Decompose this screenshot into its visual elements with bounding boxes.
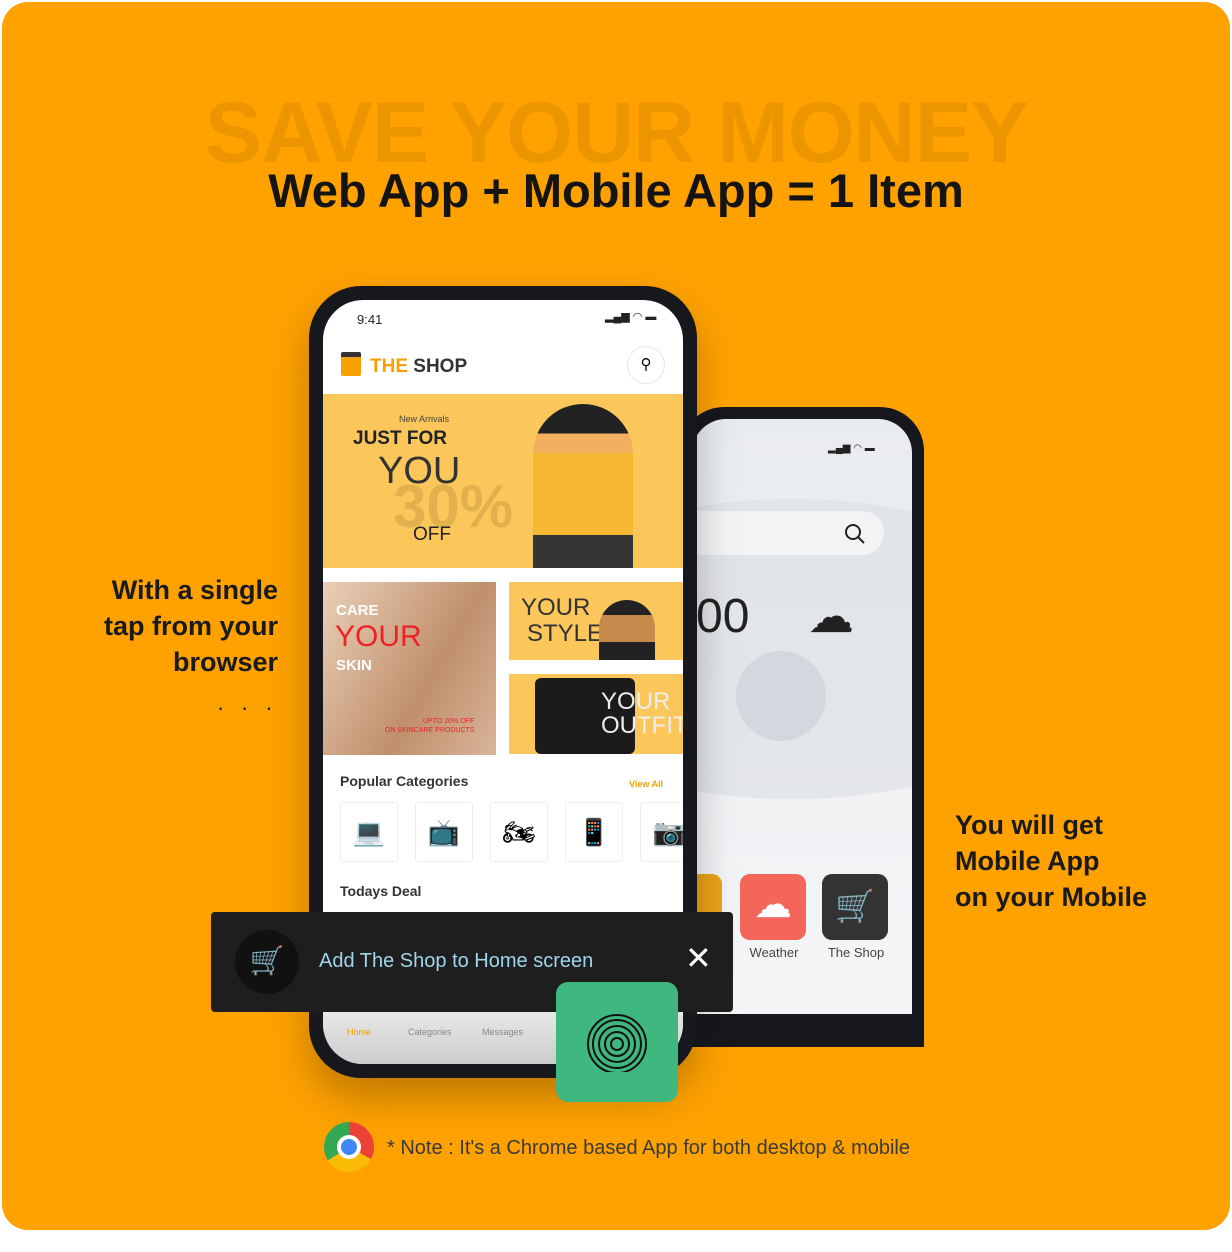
your-outfit-banner[interactable]: YOUR OUTFIT: [509, 674, 683, 754]
view-all-link[interactable]: View All: [629, 779, 663, 789]
category-camera[interactable]: 📷: [640, 802, 683, 862]
style-line: YOUR: [521, 594, 591, 621]
category-motorbike[interactable]: 🏍: [490, 802, 548, 862]
status-icons: ▂▄▆ ◠ ▬: [828, 443, 875, 454]
search-button[interactable]: ⚲: [627, 346, 665, 384]
weather-app-icon[interactable]: ☁: [740, 874, 806, 940]
category-tv[interactable]: 📺: [415, 802, 473, 862]
nav-messages[interactable]: Messages: [482, 1027, 523, 1037]
right-line: You will get: [955, 810, 1103, 840]
sun-circle: [736, 651, 826, 741]
promo-line: ON SKINCARE PRODUCTS: [385, 727, 475, 734]
care-skin-banner[interactable]: CARE YOUR SKIN UPTO 20% OFF ON SKINCARE …: [323, 582, 496, 755]
your-text: YOUR: [335, 620, 422, 653]
category-laptop[interactable]: 💻: [340, 802, 398, 862]
right-line: on your Mobile: [955, 882, 1147, 912]
category-list: 💻 📺 🏍 📱 📷: [340, 802, 683, 864]
note-text: * Note : It's a Chrome based App for bot…: [387, 1137, 910, 1159]
left-line: With a single: [111, 575, 278, 605]
popular-categories-heading: Popular Categories: [340, 773, 469, 789]
promo-canvas: SAVE YOUR MONEY Web App + Mobile App = 1…: [2, 2, 1230, 1230]
shop-logo-icon: [341, 352, 361, 376]
left-caption: With a single tap from your browser: [104, 572, 278, 680]
shop-cart-icon: 🛒: [235, 930, 299, 994]
right-line: Mobile App: [955, 846, 1100, 876]
add-to-home-text[interactable]: Add The Shop to Home screen: [319, 950, 593, 973]
fingerprint-tile[interactable]: [556, 982, 678, 1102]
banner-title: JUST FOR: [353, 428, 447, 449]
banner-off: OFF: [413, 524, 451, 545]
headline: Web App + Mobile App = 1 Item: [268, 164, 964, 217]
model-image: [533, 404, 633, 568]
left-line: tap from your: [103, 611, 278, 641]
the-shop-app-label: The Shop: [827, 945, 885, 960]
close-icon[interactable]: ✕: [685, 942, 712, 974]
brand-name: THE SHOP: [370, 356, 468, 377]
your-style-banner[interactable]: YOUR STYLE: [509, 582, 683, 660]
care-text: CARE: [336, 602, 379, 619]
chrome-logo-icon: [324, 1122, 374, 1172]
outfit-line: OUTFIT: [601, 712, 683, 739]
nav-categories[interactable]: Categories: [408, 1027, 452, 1037]
status-icons: ▂▄▆ ◠ ▬: [605, 311, 657, 323]
hero-banner[interactable]: New Arrivals JUST FOR 30% YOU OFF: [323, 394, 683, 568]
banner-small: New Arrivals: [399, 414, 450, 424]
right-caption: You will get Mobile App on your Mobile: [955, 807, 1147, 915]
temperature: 00: [696, 590, 750, 643]
promo-line: UPTO 20% OFF: [423, 718, 475, 725]
dots: . . .: [217, 690, 278, 715]
rain-cloud-icon: ☁: [808, 590, 854, 642]
search-icon[interactable]: [844, 523, 866, 545]
left-line: browser: [172, 647, 278, 677]
status-time: 9:41: [357, 312, 383, 327]
todays-deal-heading: Todays Deal: [340, 883, 422, 899]
weather-app-label: Weather: [749, 945, 799, 960]
nav-home[interactable]: Home: [347, 1027, 371, 1037]
banner-you: YOU: [378, 450, 461, 492]
the-shop-app-icon[interactable]: 🛒: [822, 874, 888, 940]
fingerprint-icon: [587, 1014, 647, 1072]
category-phone[interactable]: 📱: [565, 802, 623, 862]
style-line: STYLE: [527, 620, 604, 647]
skin-text: SKIN: [336, 657, 372, 674]
search-bar[interactable]: [692, 511, 884, 555]
